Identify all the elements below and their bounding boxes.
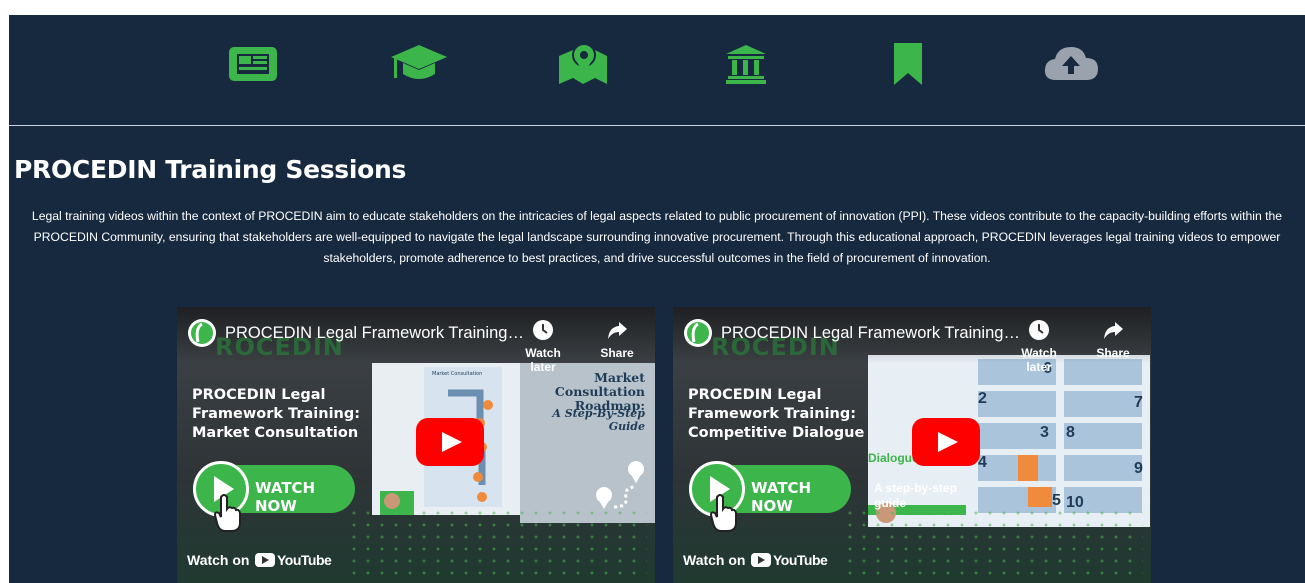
cloud-upload-icon[interactable] [1041, 39, 1101, 89]
video-topbar: ROCEDIN PROCEDIN Legal Framework Trainin… [177, 307, 655, 374]
divider [9, 125, 1305, 126]
video-title[interactable]: PROCEDIN Legal Framework Training:... [721, 324, 1021, 343]
video-player-competitive-dialogue[interactable]: 2 4 6 7 3 8 9 5 10 Dialogue A step-by-st… [673, 307, 1151, 583]
hand-cursor-icon [213, 494, 241, 532]
video-player-market-consultation[interactable]: Market Consultation Market Consultation … [177, 307, 655, 583]
institution-icon[interactable] [716, 39, 776, 89]
page-title: PROCEDIN Training Sessions [14, 155, 407, 184]
svg-text:2: 2 [978, 390, 987, 407]
youtube-icon [751, 552, 771, 567]
youtube-play-button[interactable] [912, 418, 980, 466]
page-description: Legal training videos within the context… [31, 209, 1283, 265]
watch-later-button[interactable]: Watch later [515, 315, 571, 374]
watch-later-label: Watch later [525, 346, 561, 374]
share-icon [1104, 322, 1123, 339]
map-marker-icon[interactable] [553, 39, 613, 89]
video-topbar: ROCEDIN PROCEDIN Legal Framework Trainin… [673, 307, 1151, 374]
thumbnail-document: 2 4 6 7 3 8 9 5 10 Dialogue A step-by-st… [868, 355, 1150, 527]
svg-text:Market Consultation: Market Consultation [432, 371, 482, 377]
watch-now-label: WATCH NOW [751, 479, 812, 515]
graduation-cap-icon[interactable] [389, 39, 449, 89]
thumbnail-roadmap-panel: Market Consultation Roadmap: A Step-By-S… [520, 363, 655, 523]
svg-text:7: 7 [1134, 394, 1143, 411]
svg-text:3: 3 [1040, 424, 1049, 441]
bookmark-icon[interactable] [878, 39, 938, 89]
watch-now-label: WATCH NOW [255, 479, 316, 515]
svg-text:9: 9 [1134, 460, 1143, 477]
newspaper-icon[interactable] [223, 39, 283, 89]
youtube-icon [255, 552, 275, 567]
thumbnail-heading: PROCEDIN Legal Framework Training: Compe… [688, 387, 865, 441]
roadmap-subtitle: A Step-By-Step Guide [552, 407, 645, 433]
watch-on-label: Watch on [187, 552, 250, 568]
share-label: Share [600, 346, 634, 360]
watch-later-label: Watch later [1021, 346, 1057, 374]
training-panel: PROCEDIN Training Sessions Legal trainin… [9, 15, 1305, 583]
clock-icon [533, 320, 553, 340]
share-label: Share [1096, 346, 1130, 360]
share-button[interactable]: Share [589, 315, 645, 361]
channel-logo-icon[interactable] [683, 318, 713, 348]
watch-later-button[interactable]: Watch later [1011, 315, 1067, 374]
youtube-play-button[interactable] [416, 418, 484, 466]
dots-pattern [843, 507, 1143, 583]
youtube-logo: YouTube [255, 551, 332, 569]
video-title[interactable]: PROCEDIN Legal Framework Training:... [225, 324, 525, 343]
youtube-logo: YouTube [751, 551, 828, 569]
watch-on-youtube-link[interactable]: Watch on YouTube [177, 537, 357, 583]
share-icon [608, 322, 627, 339]
watch-on-youtube-link[interactable]: Watch on YouTube [673, 537, 853, 583]
hand-cursor-icon [709, 494, 737, 532]
icon-nav-bar [9, 15, 1305, 125]
channel-logo-icon[interactable] [187, 318, 217, 348]
thumbnail-heading: PROCEDIN Legal Framework Training: Marke… [192, 387, 361, 441]
dots-pattern [347, 507, 647, 583]
clock-icon [1029, 320, 1049, 340]
svg-text:8: 8 [1066, 424, 1075, 441]
watch-on-label: Watch on [683, 552, 746, 568]
share-button[interactable]: Share [1085, 315, 1141, 361]
